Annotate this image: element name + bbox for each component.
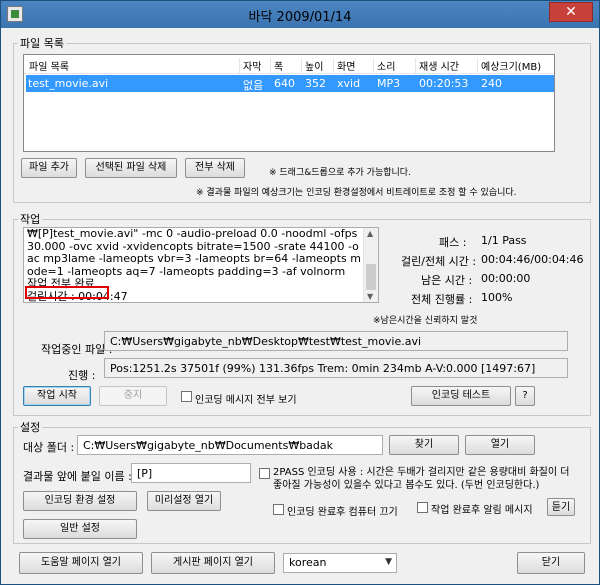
overall-progress-label: 전체 진행률 : — [411, 293, 473, 306]
chevron-down-icon: ▼ — [385, 557, 392, 567]
show-all-messages-checkbox[interactable] — [181, 391, 192, 402]
row-duration: 00:20:53 — [419, 77, 469, 90]
pass-label: 패스 : — [439, 236, 467, 249]
log-scrollbar[interactable]: ▲ ▼ — [363, 228, 378, 302]
row-width: 640 — [274, 77, 295, 90]
file-list-header: 파일 목록 자막 폭 높이 화면 소리 재생 시간 예상크기(MB) — [24, 55, 554, 74]
two-pass-label: 2PASS 인코딩 사용 : 시간은 두배가 걸리지만 같은 용량대비 화질이 … — [273, 467, 570, 491]
col-header-size[interactable]: 예상크기(MB) — [477, 58, 541, 73]
listen-button[interactable]: 듣기 — [547, 498, 575, 516]
encode-test-button[interactable]: 인코딩 테스트 — [411, 386, 511, 406]
col-header-subtitle[interactable]: 자막 — [239, 58, 261, 73]
open-folder-button[interactable]: 열기 — [465, 435, 535, 455]
elapsed-value: 00:04:46/00:04:46 — [481, 253, 584, 266]
file-list-row[interactable]: test_movie.avi 없음 640 352 xvid MP3 00:20… — [26, 75, 554, 92]
row-audio: MP3 — [377, 77, 401, 90]
col-header-video[interactable]: 화면 — [333, 58, 355, 73]
window-title: 바닥 2009/01/14 — [248, 10, 352, 25]
progress-field: Pos:1251.2s 37501f (99%) 131.36fps Trem:… — [104, 358, 568, 378]
close-icon: ✕ — [565, 4, 577, 20]
find-folder-button[interactable]: 찾기 — [389, 435, 459, 455]
remaining-label: 남은 시간 : — [421, 274, 473, 287]
close-button[interactable]: 닫기 — [517, 552, 585, 574]
shutdown-label: 인코딩 완료후 컴퓨터 끄기 — [287, 507, 398, 518]
row-subtitle: 없음 — [243, 79, 264, 92]
help-page-button[interactable]: 도움말 페이지 열기 — [19, 552, 143, 574]
row-height: 352 — [305, 77, 326, 90]
preset-open-button[interactable]: 미리설정 열기 — [147, 491, 221, 511]
col-header-height[interactable]: 높이 — [301, 58, 323, 73]
job-legend: 작업 — [20, 213, 41, 226]
col-header-audio[interactable]: 소리 — [373, 58, 395, 73]
remaining-value: 00:00:00 — [481, 272, 531, 285]
col-header-width[interactable]: 폭 — [270, 58, 283, 73]
start-job-button[interactable]: 작업 시작 — [23, 386, 91, 406]
row-size: 240 — [481, 77, 502, 90]
file-list-view[interactable]: 파일 목록 자막 폭 높이 화면 소리 재생 시간 예상크기(MB) test_… — [23, 54, 555, 152]
language-select[interactable]: korean ▼ — [283, 553, 397, 573]
notify-checkbox[interactable] — [417, 502, 428, 513]
show-all-messages-label: 인코딩 메시지 전부 보기 — [195, 395, 297, 406]
settings-legend: 설정 — [20, 421, 41, 434]
language-value: korean — [289, 556, 327, 569]
target-folder-label: 대상 폴더 : — [23, 441, 75, 454]
elapsed-label: 걸린/전체 시간 : — [401, 255, 477, 268]
remove-selected-button[interactable]: 선택된 파일 삭제 — [85, 158, 177, 178]
row-video: xvid — [337, 77, 361, 90]
general-settings-button[interactable]: 일반 설정 — [23, 519, 137, 539]
prefix-label: 결과물 앞에 붙일 이름 : — [23, 470, 132, 483]
title-bar[interactable]: 바닥 2009/01/14 ✕ — [1, 1, 599, 28]
pass-value: 1/1 Pass — [481, 234, 527, 247]
col-header-duration[interactable]: 재생 시간 — [415, 58, 459, 73]
scroll-down-icon[interactable]: ▼ — [367, 292, 373, 301]
stop-job-button[interactable]: 중지 — [99, 386, 167, 406]
help-button[interactable]: ? — [515, 386, 535, 406]
row-filename: test_movie.avi — [28, 77, 109, 90]
progress-label: 진행 : — [68, 369, 96, 382]
close-window-button[interactable]: ✕ — [549, 2, 593, 22]
add-file-button[interactable]: 파일 추가 — [21, 158, 77, 178]
current-file-label: 작업중인 파일 : — [41, 343, 113, 356]
overall-progress-value: 100% — [481, 291, 513, 304]
scroll-thumb[interactable] — [366, 264, 376, 290]
prefix-input[interactable]: [P] — [131, 463, 251, 483]
scroll-up-icon[interactable]: ▲ — [367, 229, 373, 238]
current-file-field: C:₩Users₩gigabyte_nb₩Desktop₩test₩test_m… — [104, 331, 568, 351]
drag-drop-note: ※ 드래그&드롭으로 추가 가능합니다. — [269, 168, 411, 178]
shutdown-checkbox[interactable] — [273, 504, 284, 515]
encode-settings-button[interactable]: 인코딩 환경 설정 — [23, 491, 137, 511]
remaining-time-note: ※남은시간을 신뢰하지 말것 — [373, 316, 478, 326]
main-window: 바닥 2009/01/14 ✕ 파일 목록 파일 목록 자막 폭 높이 화면 소… — [0, 0, 600, 585]
board-page-button[interactable]: 게시판 페이지 열기 — [151, 552, 275, 574]
col-header-filename[interactable]: 파일 목록 — [26, 58, 69, 73]
notify-label: 작업 완료후 알림 메시지 — [431, 505, 533, 516]
target-folder-input[interactable]: C:₩Users₩gigabyte_nb₩Documents₩badak — [77, 435, 383, 455]
remove-all-button[interactable]: 전부 삭제 — [185, 158, 245, 178]
elapsed-time-highlight — [25, 286, 109, 299]
file-list-legend: 파일 목록 — [20, 37, 64, 50]
two-pass-checkbox[interactable] — [259, 468, 270, 479]
size-estimate-note: ※ 결과물 파일의 예상크기는 인코딩 환경설정에서 비트레이트로 조정 할 수… — [196, 188, 517, 198]
